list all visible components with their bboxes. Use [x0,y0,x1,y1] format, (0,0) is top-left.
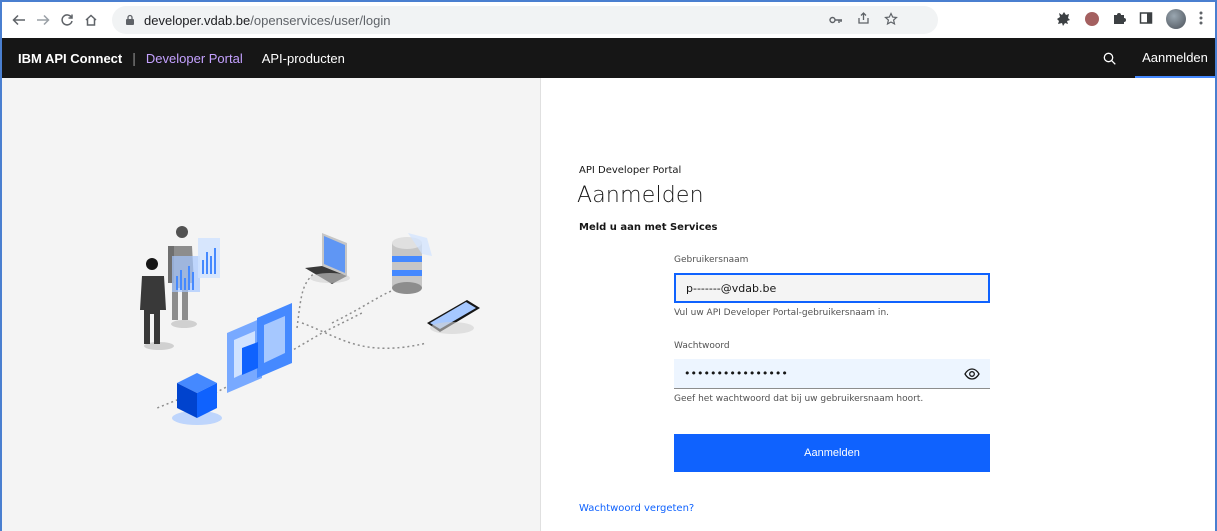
username-field[interactable]: p-------@vdab.be [674,273,990,303]
address-bar[interactable]: developer.vdab.be/openservices/user/logi… [112,6,938,34]
lock-icon [126,14,134,25]
extension-red-icon[interactable] [1085,12,1099,26]
reload-icon[interactable] [56,9,78,31]
api-illustration [140,226,480,425]
key-icon[interactable] [829,13,843,28]
share-icon[interactable] [857,12,870,28]
nav-api-products[interactable]: API-producten [262,51,345,66]
profile-avatar[interactable] [1166,9,1186,29]
login-subtitle: Meld u aan met Services [579,222,718,233]
username-label: Gebruikersnaam [674,255,749,265]
side-panel-icon[interactable] [1139,11,1153,28]
login-kicker: API Developer Portal [579,165,682,176]
login-panel: API Developer Portal Aanmelden Meld u aa… [541,78,1215,531]
portal-link[interactable]: Developer Portal [146,51,243,66]
login-submit-button[interactable]: Aanmelden [674,434,990,472]
star-icon[interactable] [884,11,898,29]
laptop [305,233,350,284]
people-figures [140,226,220,350]
search-button[interactable] [1089,38,1129,78]
eye-icon[interactable] [964,367,980,381]
blue-cube [172,373,222,425]
search-icon [1103,52,1116,65]
url-path: /openservices/user/login [250,12,391,28]
header-separator: | [132,50,136,66]
header-login-tab[interactable]: Aanmelden [1135,38,1215,78]
username-help: Vul uw API Developer Portal-gebruikersna… [674,308,890,318]
password-help: Geef het wachtwoord dat bij uw gebruiker… [674,394,924,404]
username-value: p-------@vdab.be [686,281,777,295]
smartphone [427,300,480,334]
page-title: Aanmelden [577,183,704,208]
brand-name[interactable]: IBM API Connect [18,51,122,66]
app-header: IBM API Connect | Developer Portal API-p… [2,38,1215,78]
extension-icon[interactable] [1056,10,1072,29]
back-arrow-icon[interactable] [8,9,30,31]
menu-kebab-icon[interactable] [1199,11,1203,28]
browser-toolbar: developer.vdab.be/openservices/user/logi… [2,2,1215,38]
database-stack [392,233,432,294]
forgot-password-link[interactable]: Wachtwoord vergeten? [579,503,694,514]
url-host: developer.vdab.be [144,12,251,28]
home-icon[interactable] [80,9,102,31]
illustration-panel [2,78,541,531]
puzzle-icon[interactable] [1112,11,1126,28]
api-blocks [227,303,292,393]
forward-arrow-icon[interactable] [32,9,54,31]
password-value: •••••••••••••••• [684,367,788,380]
password-field[interactable]: •••••••••••••••• [674,359,990,389]
password-label: Wachtwoord [674,341,730,351]
